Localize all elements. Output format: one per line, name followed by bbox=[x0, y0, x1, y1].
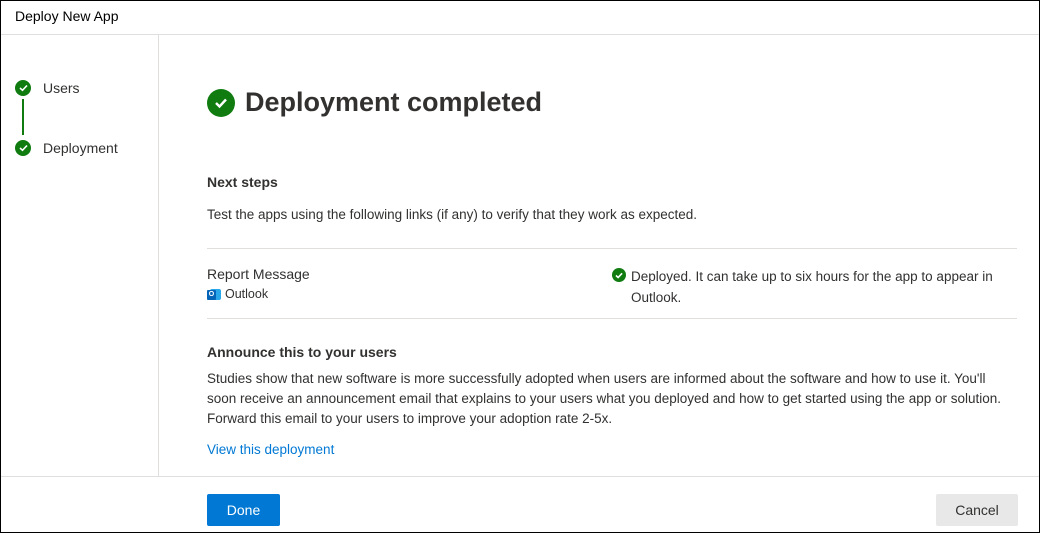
divider bbox=[207, 318, 1017, 319]
cancel-button[interactable]: Cancel bbox=[936, 494, 1018, 526]
divider bbox=[207, 248, 1017, 249]
deploy-new-app-dialog: Deploy New App Users Deployment Deployme… bbox=[0, 0, 1040, 533]
step-connector bbox=[22, 99, 24, 135]
title-bar: Deploy New App bbox=[1, 1, 1039, 35]
step-label: Users bbox=[43, 80, 80, 96]
dialog-title: Deploy New App bbox=[15, 8, 119, 24]
app-name: Report Message bbox=[207, 266, 310, 282]
announce-heading: Announce this to your users bbox=[207, 344, 397, 360]
next-steps-description: Test the apps using the following links … bbox=[207, 207, 697, 222]
announce-body: Studies show that new software is more s… bbox=[207, 371, 1002, 426]
completion-header: Deployment completed bbox=[207, 87, 542, 118]
done-button[interactable]: Done bbox=[207, 494, 280, 526]
status-text: Deployed. It can take up to six hours fo… bbox=[631, 269, 993, 305]
check-circle-icon bbox=[207, 88, 235, 117]
host-app: O Outlook bbox=[207, 287, 268, 301]
view-deployment-link[interactable]: View this deployment bbox=[207, 442, 334, 457]
step-label: Deployment bbox=[43, 140, 118, 156]
check-circle-icon bbox=[612, 268, 626, 282]
next-steps-heading: Next steps bbox=[207, 174, 278, 190]
host-app-label: Outlook bbox=[225, 287, 269, 301]
wizard-steps-sidebar: Users Deployment bbox=[1, 35, 159, 476]
dialog-footer: Done Cancel bbox=[1, 476, 1039, 532]
step-users[interactable]: Users bbox=[15, 80, 80, 96]
step-deployment[interactable]: Deployment bbox=[15, 140, 118, 156]
check-circle-icon bbox=[15, 140, 31, 156]
page-title: Deployment completed bbox=[245, 87, 543, 117]
deployment-status: Deployed. It can take up to six hours fo… bbox=[612, 266, 1012, 308]
outlook-icon: O bbox=[207, 288, 221, 301]
check-circle-icon bbox=[15, 80, 31, 96]
